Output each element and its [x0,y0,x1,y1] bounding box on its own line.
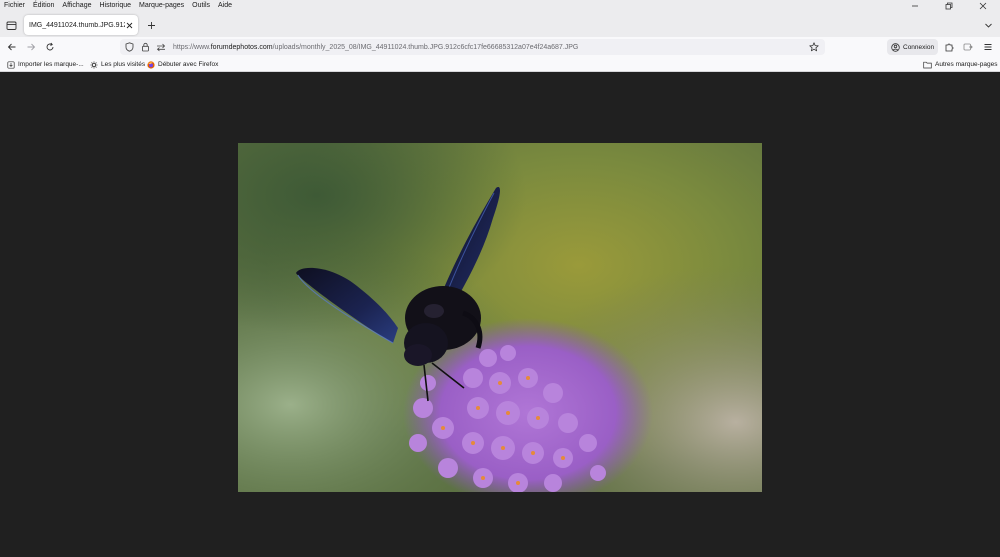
site-info-button[interactable] [138,40,152,54]
bookmark-import-label: Importer les marque-... [18,61,84,68]
bookmark-star-button[interactable] [807,40,821,54]
folder-icon [923,61,932,68]
puzzle-icon [945,43,954,52]
tab-active[interactable]: IMG_44911024.thumb.JPG.912c6cfc [24,15,138,35]
back-button[interactable] [5,40,19,54]
account-connexion-button[interactable]: Connexion [887,39,938,55]
tab-close-button[interactable] [124,19,134,31]
bookmark-getting-started-label: Débuter avec Firefox [158,61,219,68]
extensions-button[interactable] [942,40,956,54]
new-tab-button[interactable] [145,18,157,32]
bookmark-import[interactable]: Importer les marque-... [7,59,84,70]
menu-edition[interactable]: Édition [29,0,58,12]
arrow-left-icon [7,43,16,51]
menu-aide[interactable]: Aide [214,0,236,12]
bookmark-most-visited[interactable]: Les plus visités [90,59,145,70]
bookmark-getting-started[interactable]: Débuter avec Firefox [147,59,218,70]
list-all-tabs-button[interactable] [4,18,18,32]
gear-icon [90,61,98,68]
reload-icon [46,42,54,51]
url-host: forumdephotos.com [210,43,273,51]
url-bar[interactable]: https://www.forumdephotos.com/uploads/mo… [120,39,825,55]
url-prefix: https://www. [173,43,211,51]
plus-icon [147,21,155,29]
tabs-box-icon [6,21,16,30]
pocket-button[interactable] [961,40,975,54]
menu-outils[interactable]: Outils [188,0,214,12]
photo-bee-on-flower [238,143,762,492]
send-to-device-icon [963,43,973,51]
menu-fichier[interactable]: Fichier [0,0,29,12]
close-icon [126,22,132,28]
arrow-right-icon [27,43,36,51]
forward-button[interactable] [24,40,38,54]
minimize-button[interactable] [898,0,932,12]
menu-bar: Fichier Édition Affichage Historique Mar… [0,0,1000,12]
url-text[interactable]: https://www.forumdephotos.com/uploads/mo… [173,44,578,51]
bookmarks-toolbar: Importer les marque-... Les plus visités… [0,57,1000,72]
swap-arrows-icon [156,43,166,51]
permissions-button[interactable] [154,40,168,54]
tab-title: IMG_44911024.thumb.JPG.912c6cfc [29,21,125,29]
menu-affichage[interactable]: Affichage [58,0,95,12]
close-icon [979,2,987,10]
shield-icon [125,42,133,52]
lock-icon [141,42,149,52]
hamburger-menu-icon [984,44,992,50]
restore-button[interactable] [932,0,966,12]
other-bookmarks-label: Autres marque-pages [935,61,998,68]
menu-marque-pages[interactable]: Marque-pages [135,0,188,12]
bookmark-most-visited-label: Les plus visités [101,61,146,68]
displayed-photo[interactable] [238,143,762,492]
app-menu-button[interactable] [981,40,995,54]
chevron-down-icon [984,23,992,28]
tab-overflow-button[interactable] [982,19,994,31]
other-bookmarks-folder[interactable]: Autres marque-pages [923,59,998,70]
close-window-button[interactable] [966,0,1000,12]
navigation-toolbar: https://www.forumdephotos.com/uploads/mo… [0,37,1000,57]
minimize-icon [912,5,918,7]
account-icon [891,42,900,52]
firefox-logo-icon [147,60,155,69]
tab-strip: IMG_44911024.thumb.JPG.912c6cfc [0,12,1000,37]
tracking-protection-button[interactable] [122,40,136,54]
restore-icon [945,2,953,10]
connexion-label: Connexion [903,43,935,51]
url-path: /uploads/monthly_2025_08/IMG_44911024.th… [272,43,579,51]
star-icon [809,42,819,52]
image-viewer [0,72,1000,557]
menu-historique[interactable]: Historique [95,0,135,12]
import-icon [7,60,15,69]
window-controls [898,0,1000,12]
reload-button[interactable] [43,40,57,54]
